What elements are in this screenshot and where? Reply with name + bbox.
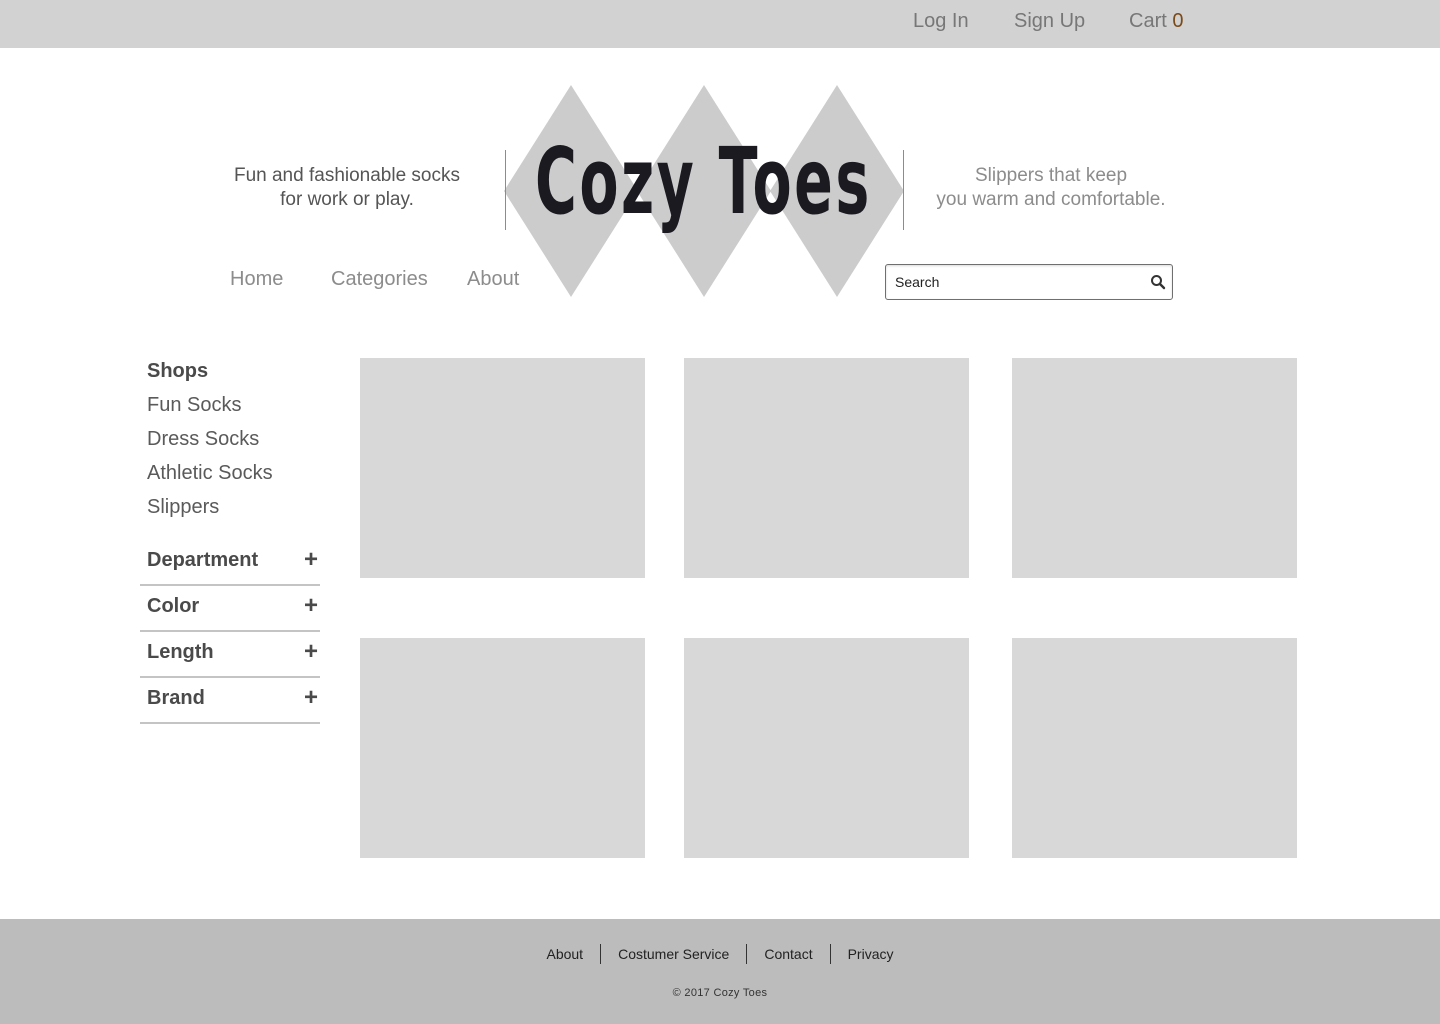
filter-label: Department — [147, 549, 259, 571]
signup-link[interactable]: Sign Up — [1014, 10, 1085, 33]
site-logo[interactable]: Cozy Toes — [535, 128, 869, 238]
footer-link-privacy[interactable]: Privacy — [831, 944, 911, 964]
plus-icon[interactable]: + — [304, 638, 318, 666]
shop-link-athletic-socks[interactable]: Athletic Socks — [147, 462, 273, 485]
cart-label: Cart — [1129, 10, 1167, 32]
footer-link-about[interactable]: About — [529, 944, 600, 964]
footer-link-customer-service[interactable]: Costumer Service — [601, 944, 746, 964]
login-link[interactable]: Log In — [913, 10, 969, 33]
footer-link-contact[interactable]: Contact — [747, 944, 829, 964]
cart-link[interactable]: Cart 0 — [1129, 10, 1183, 33]
top-bar: Log In Sign Up Cart 0 — [0, 0, 1440, 48]
search-box — [885, 264, 1173, 300]
nav-categories[interactable]: Categories — [331, 268, 428, 291]
tagline-slippers: Slippers that keep you warm and comforta… — [918, 164, 1184, 212]
tagline-socks-line1: Fun and fashionable socks — [233, 165, 461, 186]
filter-label: Brand — [147, 687, 205, 709]
tagline-slippers-line1: Slippers that keep — [974, 165, 1128, 186]
filter-length[interactable]: Length + — [140, 632, 320, 678]
nav-about[interactable]: About — [467, 268, 519, 291]
footer-nav: About Costumer Service Contact Privacy — [0, 944, 1440, 964]
filter-label: Length — [147, 641, 214, 663]
shop-link-fun-socks[interactable]: Fun Socks — [147, 394, 241, 417]
product-tile[interactable] — [684, 638, 969, 858]
header-divider-right — [903, 150, 904, 230]
tagline-socks: Fun and fashionable socks for work or pl… — [222, 164, 472, 212]
filter-label: Color — [147, 595, 200, 617]
shops-heading: Shops — [147, 360, 209, 382]
tagline-slippers-line2: you warm and comfortable. — [936, 189, 1166, 210]
tagline-socks-line2: for work or play. — [280, 189, 414, 210]
product-tile[interactable] — [684, 358, 969, 578]
header-divider-left — [505, 150, 506, 230]
plus-icon[interactable]: + — [304, 592, 318, 620]
product-tile[interactable] — [360, 638, 645, 858]
nav-home[interactable]: Home — [230, 268, 283, 291]
shop-link-slippers[interactable]: Slippers — [147, 496, 219, 519]
footer: About Costumer Service Contact Privacy ©… — [0, 919, 1440, 1024]
plus-icon[interactable]: + — [304, 684, 318, 712]
shop-link-dress-socks[interactable]: Dress Socks — [147, 428, 259, 451]
product-tile[interactable] — [360, 358, 645, 578]
product-tile[interactable] — [1012, 358, 1297, 578]
plus-icon[interactable]: + — [304, 546, 318, 574]
filter-brand[interactable]: Brand + — [140, 678, 320, 724]
filter-color[interactable]: Color + — [140, 586, 320, 632]
cart-count: 0 — [1172, 10, 1184, 32]
product-tile[interactable] — [1012, 638, 1297, 858]
search-icon[interactable] — [1150, 274, 1166, 290]
search-input[interactable] — [895, 271, 1135, 293]
copyright: © 2017 Cozy Toes — [672, 987, 768, 999]
filter-department[interactable]: Department + — [140, 540, 320, 586]
